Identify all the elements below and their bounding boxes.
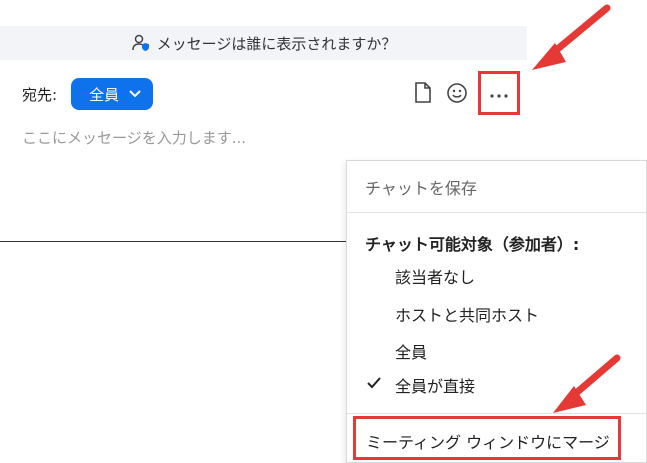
annotation-arrows [532,4,621,413]
red-arrow-icon [553,354,621,413]
red-arrow-icon [532,4,611,70]
